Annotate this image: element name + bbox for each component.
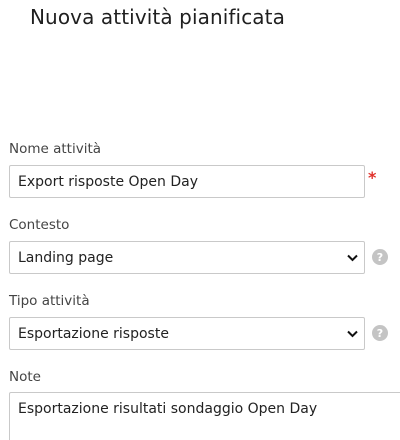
context-select-value: Landing page: [18, 249, 114, 266]
notes-textarea-value: Esportazione risultati sondaggio Open Da…: [18, 401, 318, 417]
name-label: Nome attività: [9, 141, 102, 157]
type-select[interactable]: Esportazione risposte: [9, 317, 365, 350]
help-icon[interactable]: ?: [372, 325, 388, 341]
context-select[interactable]: Landing page: [9, 241, 365, 274]
context-label: Contesto: [9, 217, 70, 233]
type-select-value: Esportazione risposte: [18, 325, 169, 342]
help-icon[interactable]: ?: [372, 249, 388, 265]
chevron-down-icon: [346, 328, 358, 340]
new-scheduled-activity-form: Nuova attività pianificata Nome attività…: [0, 0, 400, 440]
type-label: Tipo attività: [9, 293, 90, 309]
page-title: Nuova attività pianificata: [30, 5, 285, 29]
name-input-value: Export risposte Open Day: [18, 173, 199, 190]
required-asterisk: *: [368, 168, 377, 187]
notes-label: Note: [9, 369, 41, 385]
chevron-down-icon: [346, 252, 358, 264]
name-input[interactable]: Export risposte Open Day: [9, 165, 365, 198]
notes-textarea[interactable]: Esportazione risultati sondaggio Open Da…: [9, 392, 400, 440]
